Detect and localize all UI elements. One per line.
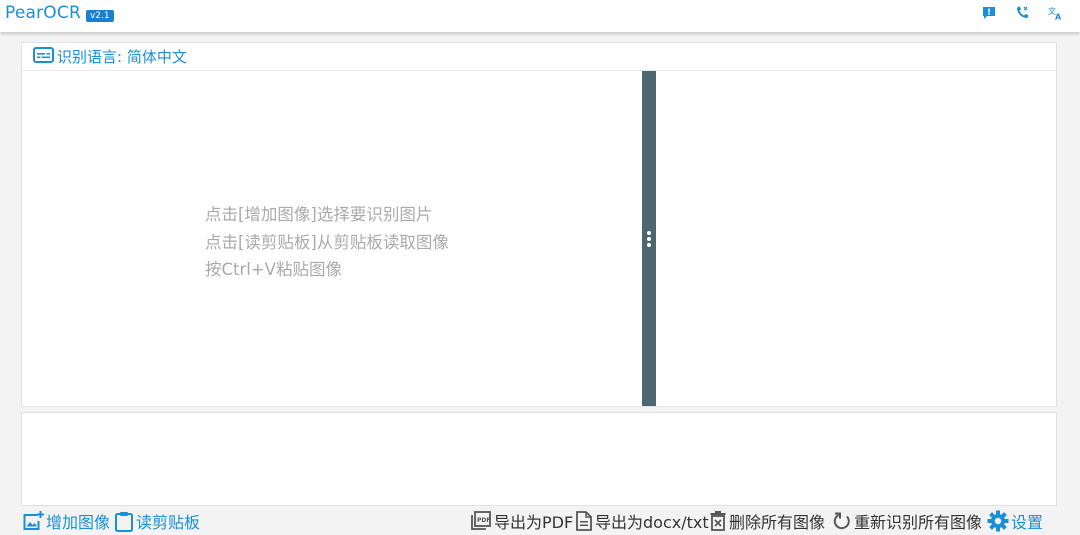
recognition-card: 识别语言: 简体中文 点击[增加图像]选择要识别图片 点击[读剪贴板]从剪贴板读… [21,42,1057,407]
hint-line: 按Ctrl+V粘贴图像 [205,260,342,279]
delete-icon [709,511,727,531]
delete-all-label: 删除所有图像 [729,513,826,532]
gear-icon [987,510,1009,532]
settings-label: 设置 [1011,513,1044,532]
add-photo-icon [22,511,44,531]
drag-handle-icon [647,230,651,247]
export-pdf-label: 导出为PDF [494,513,574,532]
add-image-label: 增加图像 [46,513,111,532]
panes: 点击[增加图像]选择要识别图片 点击[读剪贴板]从剪贴板读取图像 按Ctrl+V… [22,71,1056,406]
export-pdf-button[interactable]: PDF 导出为PDF [470,509,573,533]
pdf-icon: PDF [470,511,492,531]
export-docx-label: 导出为docx/txt [595,513,709,532]
rerecognize-button[interactable]: 重新识别所有图像 [832,509,982,533]
brand: PearOCR v2.1 [5,3,114,23]
clipboard-icon [114,511,134,532]
translate-icon[interactable]: 文A [1044,3,1066,23]
hint-line: 点击[读剪贴板]从剪贴板读取图像 [205,232,449,252]
language-label: 识别语言: 简体中文 [57,48,187,66]
add-image-button[interactable]: 增加图像 [22,509,110,533]
top-icons: 文A [978,3,1066,23]
subtitles-icon [33,46,54,67]
delete-all-button[interactable]: 删除所有图像 [709,509,825,533]
top-bar: PearOCR v2.1 文A [0,0,1080,32]
export-docx-button[interactable]: 导出为docx/txt [575,509,709,533]
document-icon [575,511,593,531]
language-selector[interactable]: 识别语言: 简体中文 [22,43,1056,71]
feedback-icon[interactable] [978,3,1000,23]
hint-text: 点击[增加图像]选择要识别图片 点击[读剪贴板]从剪贴板读取图像 按Ctrl+V… [205,201,449,284]
refresh-icon [832,511,852,531]
svg-text:PDF: PDF [477,517,490,524]
phone-icon[interactable] [1011,3,1033,23]
app-name: PearOCR [5,3,81,23]
result-pane[interactable] [656,71,1056,406]
version-badge: v2.1 [85,10,114,22]
image-pane[interactable]: 点击[增加图像]选择要识别图片 点击[读剪贴板]从剪贴板读取图像 按Ctrl+V… [22,71,642,406]
svg-text:A: A [1055,13,1062,21]
thumbnail-strip[interactable] [21,412,1057,506]
settings-button[interactable]: 设置 [987,509,1043,533]
hint-line: 点击[增加图像]选择要识别图片 [205,205,433,224]
read-clipboard-button[interactable]: 读剪贴板 [114,509,200,533]
read-clipboard-label: 读剪贴板 [136,513,201,532]
bottom-toolbar: 增加图像 读剪贴板 PDF 导出为PDF 导出为docx/txt 删除所有图像 … [0,506,1080,535]
rerecognize-label: 重新识别所有图像 [854,513,983,532]
pane-splitter[interactable] [642,71,656,406]
